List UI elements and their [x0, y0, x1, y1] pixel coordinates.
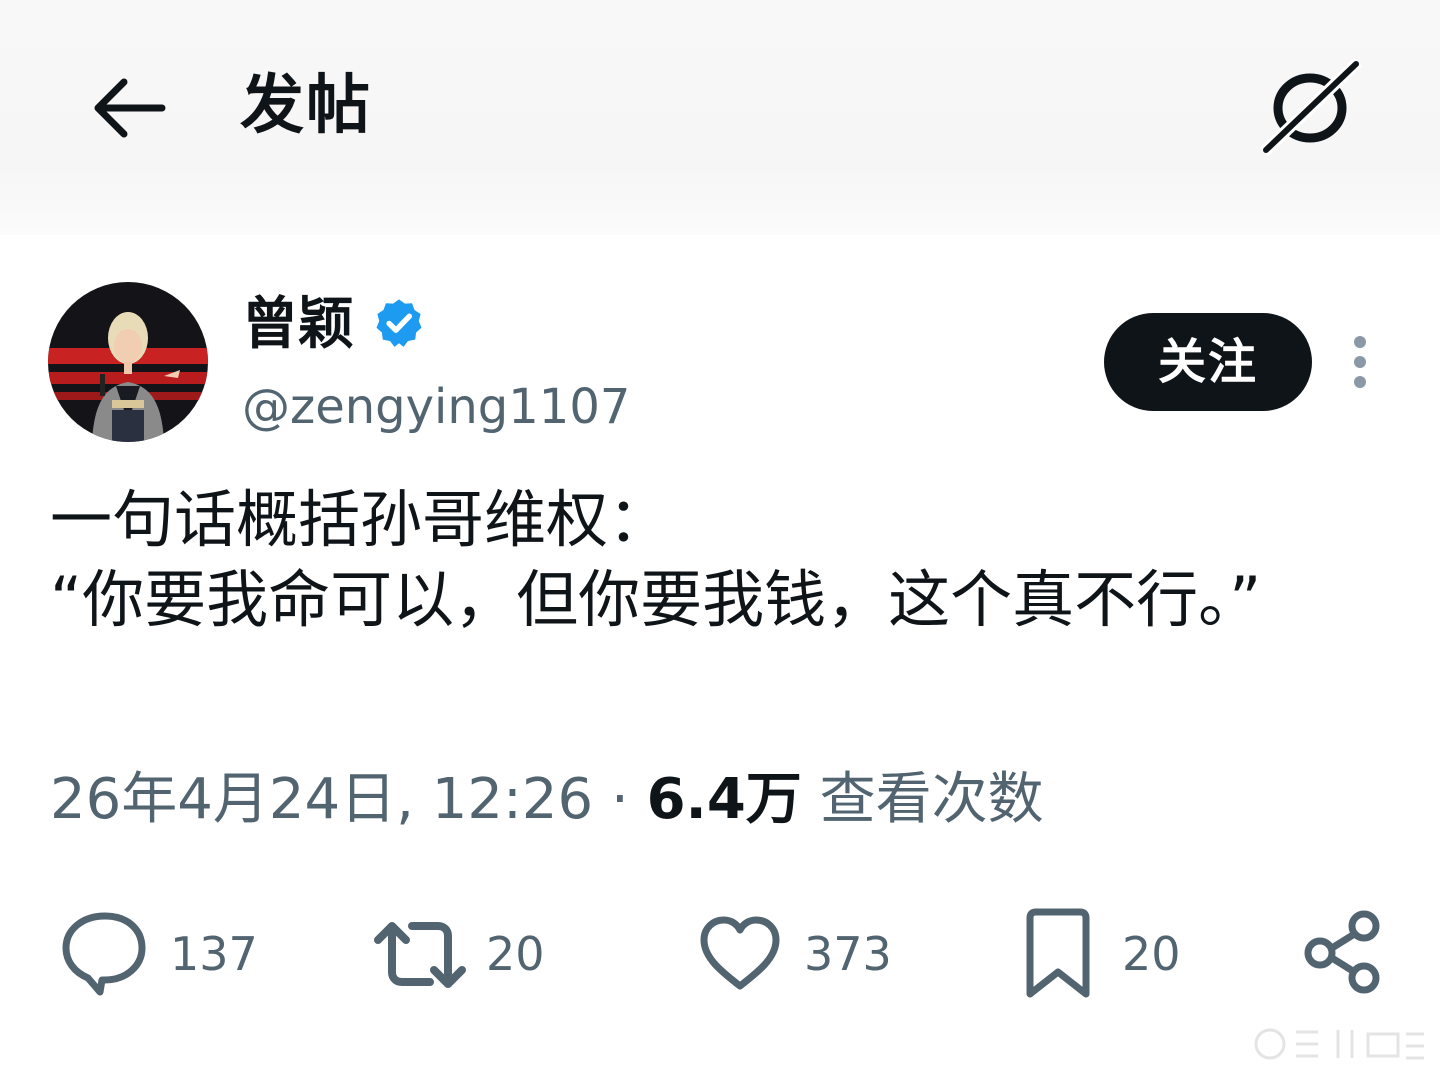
reply-button[interactable]: 137	[60, 906, 260, 1002]
post-meta: 26年4月24日, 12:26 · 6.4万 查看次数	[50, 764, 1044, 836]
post-timestamp[interactable]: 26年4月24日, 12:26	[50, 767, 593, 832]
bookmark-count: 20	[1122, 927, 1181, 981]
reply-icon	[62, 912, 146, 996]
verified-badge-icon	[376, 299, 422, 347]
post-detail-page: 发帖 曾颖 @zengying1107 关注 一句话概括孙哥维权： “你要我命可…	[0, 0, 1440, 1076]
like-count: 373	[804, 927, 892, 981]
author-handle[interactable]: @zengying1107	[242, 376, 630, 438]
avatar-photo	[48, 282, 208, 442]
page-title: 发帖	[240, 69, 372, 143]
post-text: 一句话概括孙哥维权： “你要我命可以，但你要我钱，这个真不行。”	[50, 483, 1262, 636]
bookmark-icon	[1026, 908, 1090, 998]
share-icon	[1304, 910, 1380, 994]
author-name[interactable]: 曾颖	[242, 290, 354, 360]
views-label: 查看次数	[819, 767, 1044, 832]
like-icon	[700, 916, 780, 990]
repost-count: 20	[486, 927, 545, 981]
back-button[interactable]	[88, 70, 172, 146]
more-icon	[1354, 336, 1366, 388]
like-button[interactable]: 373	[698, 906, 898, 1002]
back-arrow-icon	[94, 78, 166, 138]
grok-icon	[1259, 57, 1363, 157]
repost-icon	[374, 922, 466, 988]
follow-button[interactable]: 关注	[1104, 313, 1312, 411]
reply-count: 137	[170, 927, 258, 981]
bookmark-button[interactable]: 20	[1020, 906, 1200, 1002]
top-bar: 发帖	[0, 0, 1440, 235]
avatar[interactable]	[48, 282, 208, 442]
more-options-button[interactable]	[1340, 332, 1380, 392]
views-count: 6.4万	[646, 767, 802, 832]
repost-button[interactable]: 20	[372, 906, 562, 1002]
grok-button[interactable]	[1259, 57, 1364, 157]
meta-separator: ·	[610, 767, 629, 832]
share-button[interactable]	[1300, 906, 1386, 1002]
watermark-logo	[1254, 1028, 1424, 1060]
